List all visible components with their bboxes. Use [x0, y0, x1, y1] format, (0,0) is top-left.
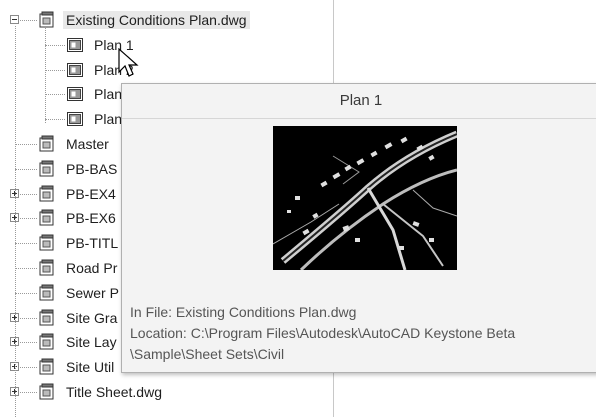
tree-connector — [45, 94, 65, 96]
layout-icon — [66, 36, 84, 54]
tree-node-label: Site Gra — [66, 309, 118, 326]
tree-connector — [15, 292, 37, 294]
tree-connector-children — [45, 28, 46, 123]
sheet-set-icon — [38, 11, 56, 29]
tooltip-info: In File: Existing Conditions Plan.dwg Lo… — [130, 302, 515, 365]
layout-icon — [66, 85, 84, 103]
sheet-set-icon — [38, 185, 56, 203]
location-text-line2: \Sample\Sheet Sets\Civil — [130, 346, 285, 362]
tree-node-label: Master — [66, 136, 109, 152]
sheet-set-icon — [38, 358, 56, 376]
sheet-set-icon — [38, 160, 56, 178]
tree-connector — [15, 168, 37, 170]
tree-connector — [15, 144, 37, 145]
tree-node-label: PB-BAS — [66, 160, 118, 177]
sheet-set-icon — [38, 259, 56, 277]
collapse-icon[interactable] — [10, 15, 19, 24]
location-text-line1: Location: C:\Program Files\Autodesk\Auto… — [130, 325, 516, 341]
tooltip-title: Plan 1 — [122, 84, 596, 119]
sheet-set-icon — [38, 284, 56, 302]
in-file-text: In File: Existing Conditions Plan.dwg — [130, 304, 357, 320]
tree-node-label: Title Sheet.dwg — [66, 384, 162, 400]
tree-connector — [15, 268, 37, 269]
tree-connector — [45, 44, 65, 46]
tree-node-n1[interactable]: Plan 1 — [0, 33, 330, 57]
sheet-set-icon — [38, 333, 56, 351]
sheet-preview-tooltip: Plan 1 In File: Existing Conditions Plan… — [121, 83, 596, 373]
layout-icon — [66, 110, 84, 128]
sheet-set-icon — [38, 234, 56, 252]
tree-connector — [15, 243, 37, 245]
map-preview-image — [272, 126, 459, 272]
sheet-set-icon — [38, 209, 56, 227]
tree-connector-root — [15, 26, 16, 417]
tree-node-label: Plan — [94, 111, 123, 128]
tree-node-n0[interactable]: Existing Conditions Plan.dwg — [0, 8, 330, 32]
tree-node-label: Road Pr — [66, 260, 118, 276]
tree-node-label: Existing Conditions Plan.dwg — [63, 11, 250, 29]
tree-connector — [45, 69, 65, 71]
tree-node-n15[interactable]: Title Sheet.dwg — [0, 380, 330, 404]
tree-node-label: Site Lay — [66, 334, 117, 351]
drawing-preview-thumbnail — [272, 126, 459, 272]
tree-node-label: Sewer P — [66, 284, 119, 301]
tree-node-label: PB-TITL — [66, 235, 119, 252]
tree-node-label: PB-EX6 — [66, 210, 116, 227]
sheet-set-icon — [38, 383, 56, 401]
mouse-pointer-icon — [118, 48, 139, 77]
layout-icon — [66, 61, 84, 79]
sheet-set-icon — [38, 309, 56, 327]
sheet-set-icon — [38, 135, 56, 153]
tree-node-label: Site Util — [66, 359, 115, 376]
tree-connector — [45, 119, 65, 121]
tree-node-label: Plan — [94, 86, 123, 103]
tree-node-n2[interactable]: Plan 2 — [0, 58, 330, 82]
tree-node-label: PB-EX4 — [66, 185, 116, 202]
